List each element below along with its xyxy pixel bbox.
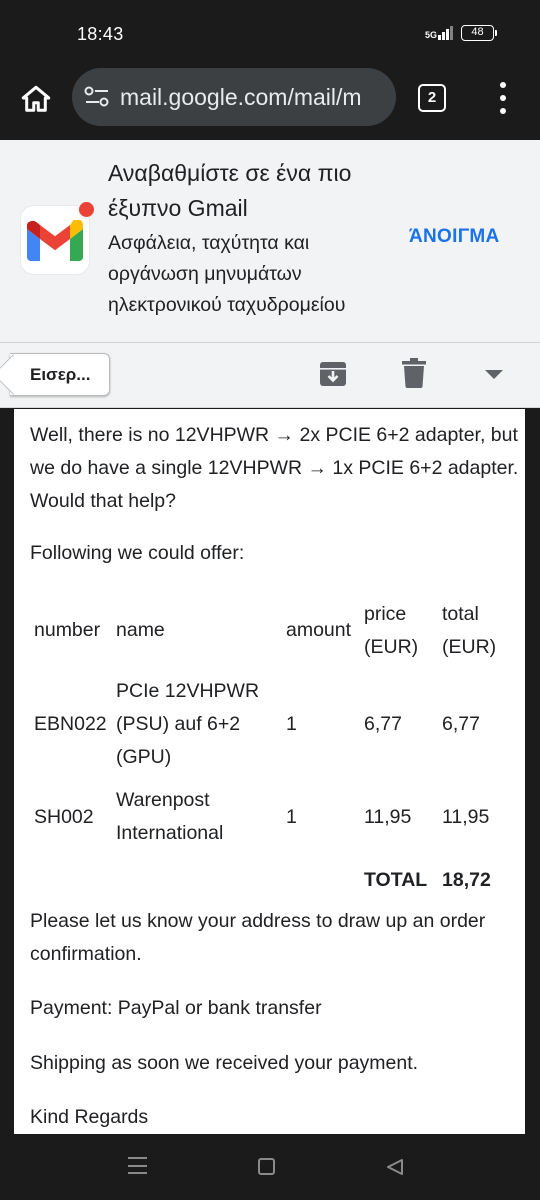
cell-number: EBN022 [34, 712, 107, 735]
url-text[interactable]: mail.google.com/mail/m [120, 84, 392, 111]
header-number: number [34, 619, 101, 641]
battery-icon: 48 [461, 25, 497, 41]
message-address-request: Please let us know your address to draw … [30, 910, 486, 965]
promo-subtitle: Ασφάλεια, ταχύτητα και οργάνωση μηνυμάτω… [108, 232, 346, 316]
total-value: 18,72 [442, 868, 491, 891]
status-time: 18:43 [77, 24, 124, 44]
home-icon[interactable] [18, 81, 54, 117]
tabs-icon[interactable]: 2 [418, 84, 446, 112]
back-to-inbox-label: Εισερ... [30, 365, 91, 384]
message-intro: Well, there is no 12VHPWR → 2x PCIE 6+2 … [30, 424, 519, 512]
site-settings-icon[interactable] [84, 86, 110, 108]
back-nav-icon[interactable] [386, 1158, 404, 1176]
more-vert-icon[interactable] [493, 82, 513, 114]
message-body: Well, there is no 12VHPWR → 2x PCIE 6+2 … [14, 409, 525, 1134]
dropdown-arrow-icon[interactable] [485, 370, 503, 379]
table-row: SH002 Warenpost International 1 11,95 11… [32, 784, 510, 850]
quote-table-header: number name amount price (EUR) total (EU… [32, 597, 510, 664]
cell-price: 6,77 [364, 712, 402, 735]
recents-icon[interactable] [128, 1157, 147, 1174]
system-nav-bar [0, 1134, 540, 1200]
cell-name: PCIe 12VHPWR (PSU) auf 6+2 (GPU) [116, 679, 260, 768]
cell-total: 11,95 [442, 805, 490, 828]
total-label: TOTAL [364, 868, 428, 891]
open-app-button[interactable]: ΆΝΟΙΓΜΑ [409, 226, 500, 248]
quote-table: number name amount price (EUR) total (EU… [32, 597, 510, 910]
status-icons: 5G 48 [425, 25, 497, 41]
delete-icon[interactable] [402, 358, 426, 388]
table-row: EBN022 PCIe 12VHPWR (PSU) auf 6+2 (GPU) … [32, 664, 510, 784]
cell-amount: 1 [286, 712, 297, 735]
cell-amount: 1 [286, 805, 297, 828]
message-payment: Payment: PayPal or bank transfer [30, 997, 322, 1019]
promo-title: Αναβαθμίστε σε ένα πιο έξυπνο Gmail [108, 160, 352, 221]
header-total: total (EUR) [442, 602, 497, 658]
battery-level: 48 [471, 26, 484, 38]
cell-total: 6,77 [442, 712, 480, 735]
back-to-inbox-button[interactable]: Εισερ... [10, 353, 110, 396]
notification-dot [77, 200, 96, 219]
archive-icon[interactable] [319, 360, 347, 388]
mail-toolbar: Εισερ... [0, 343, 540, 408]
header-price: price (EUR) [364, 602, 419, 658]
signal-icon: 5G [425, 26, 453, 40]
network-type: 5G [424, 30, 437, 40]
status-bar: 18:43 5G 48 [0, 0, 540, 68]
cell-name: Warenpost International [116, 789, 224, 844]
home-nav-icon[interactable] [258, 1158, 275, 1175]
address-bar[interactable]: mail.google.com/mail/m [72, 68, 396, 126]
gmail-promo-banner: Αναβαθμίστε σε ένα πιο έξυπνο Gmail Ασφά… [0, 140, 540, 343]
browser-toolbar: mail.google.com/mail/m 2 [0, 68, 540, 140]
message-regards: Kind Regards [30, 1106, 149, 1128]
message-shipping: Shipping as soon we received your paymen… [30, 1052, 419, 1074]
header-name: name [116, 619, 165, 641]
header-amount: amount [286, 619, 352, 641]
message-offer-text: Following we could offer: [30, 542, 245, 564]
cell-price: 11,95 [364, 805, 412, 828]
cell-number: SH002 [34, 805, 94, 828]
table-total-row: TOTAL 18,72 [32, 850, 510, 910]
